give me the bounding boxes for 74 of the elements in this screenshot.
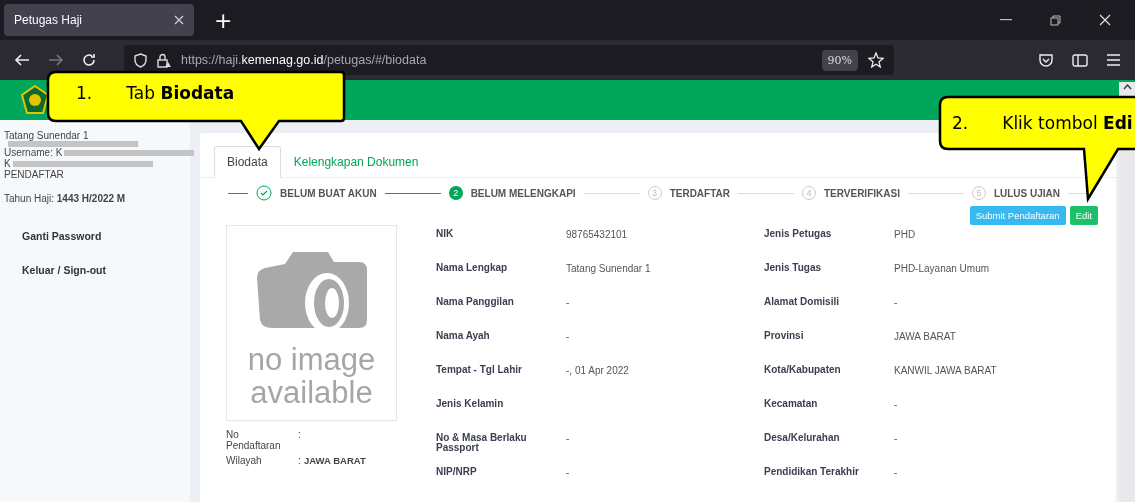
field-label: Nama Ayah bbox=[436, 331, 491, 343]
field-value: - bbox=[894, 399, 898, 412]
field-label: Nama Lengkap bbox=[436, 263, 509, 275]
field-value: -, 01 Apr 2022 bbox=[566, 365, 629, 378]
sidebar-link[interactable]: Ganti Password bbox=[22, 230, 102, 242]
callout-number: 2. bbox=[952, 113, 969, 133]
placeholder-text: available bbox=[250, 376, 373, 409]
field-label: Nama Panggilan bbox=[436, 297, 515, 309]
step-label: LULUS UJIAN bbox=[993, 187, 1061, 199]
restore-icon[interactable] bbox=[1050, 14, 1061, 26]
shield-icon bbox=[134, 52, 147, 68]
field-label: No & Masa Berlaku Passport bbox=[436, 433, 528, 455]
colon: : bbox=[298, 429, 302, 442]
user-name: Tatang Sunendar 1 bbox=[4, 130, 89, 141]
step-number: 2 bbox=[448, 186, 463, 200]
sidebar-link[interactable]: Keluar / Sign-out bbox=[22, 264, 106, 276]
user-role: PENDAFTAR bbox=[4, 169, 64, 180]
field-label: Kota/Kabupaten bbox=[764, 365, 842, 377]
caret-icon[interactable] bbox=[1122, 84, 1132, 90]
field-label: No Pendaftaran bbox=[226, 429, 282, 451]
star-icon[interactable] bbox=[868, 52, 884, 68]
field-label: Kecamatan bbox=[764, 399, 819, 411]
field-value: PHD bbox=[894, 229, 916, 242]
field-value: - bbox=[566, 331, 570, 344]
back-icon[interactable] bbox=[14, 53, 30, 67]
forward-icon[interactable] bbox=[48, 53, 64, 67]
field-value: - bbox=[566, 467, 570, 480]
hajj-year: Tahun Haji: 1443 H/2022 M bbox=[4, 193, 126, 204]
field-label: Jenis Tugas bbox=[764, 263, 823, 275]
field-label: NIP/NRP bbox=[436, 467, 478, 479]
placeholder-text: no image bbox=[247, 343, 376, 376]
field-value: - bbox=[566, 433, 570, 446]
callout-text: Klik tombol Edi bbox=[1002, 113, 1133, 133]
minimize-icon[interactable] bbox=[1000, 19, 1012, 21]
field-value: JAWA BARAT bbox=[894, 331, 956, 344]
field-label: Alamat Domisili bbox=[764, 297, 841, 309]
sidebar-icon[interactable] bbox=[1072, 53, 1088, 67]
lock-icon bbox=[157, 52, 171, 68]
user-id: K bbox=[4, 158, 11, 169]
username: Username: K bbox=[4, 147, 63, 158]
reload-icon[interactable] bbox=[82, 53, 96, 67]
tab-title: Petugas Haji bbox=[14, 13, 84, 27]
field-value: PHD-Layanan Umum bbox=[894, 263, 990, 276]
field-value: - bbox=[566, 297, 570, 310]
field-value: KANWIL JAWA BARAT bbox=[894, 365, 997, 378]
field-label: Jenis Kelamin bbox=[436, 399, 505, 411]
colon: : bbox=[298, 455, 302, 466]
field-label: NIK bbox=[436, 229, 455, 241]
field-label: Wilayah bbox=[226, 455, 263, 466]
browser-tab[interactable]: Petugas Haji bbox=[4, 4, 194, 36]
field-label: Jenis Petugas bbox=[764, 229, 833, 241]
address-bar[interactable]: https://haji.kemenag.go.id/petugas/#/biodata 90% bbox=[124, 45, 894, 75]
field-value: - bbox=[894, 433, 898, 446]
callout-text: Tab Biodata bbox=[126, 83, 235, 103]
field-value: Tatang Sunendar 1 bbox=[566, 263, 651, 276]
callout-number: 1. bbox=[76, 83, 93, 103]
new-tab-button[interactable]: + bbox=[208, 7, 239, 33]
field-label: Tempat - Tgl Lahir bbox=[436, 365, 523, 377]
field-label: Provinsi bbox=[764, 331, 805, 343]
close-icon[interactable] bbox=[1099, 14, 1111, 26]
field-value: - bbox=[894, 467, 898, 480]
step-label: TERDAFTAR bbox=[669, 187, 730, 199]
zoom-badge[interactable]: 90% bbox=[821, 49, 858, 71]
field-label: Pendidikan Terakhir bbox=[764, 467, 860, 479]
menu-icon[interactable] bbox=[1106, 54, 1121, 66]
field-label: Desa/Kelurahan bbox=[764, 433, 841, 445]
step-label: BELUM MELENGKAPI bbox=[470, 187, 576, 199]
close-icon[interactable] bbox=[174, 15, 184, 25]
step-label: TERVERIFIKASI bbox=[824, 187, 900, 199]
field-value: - bbox=[894, 297, 898, 310]
field-value: JAWA BARAT bbox=[304, 455, 367, 466]
step-label: BELUM BUAT AKUN bbox=[280, 187, 377, 199]
field-value: 98765432101 bbox=[566, 229, 628, 242]
pocket-icon[interactable] bbox=[1038, 52, 1054, 68]
